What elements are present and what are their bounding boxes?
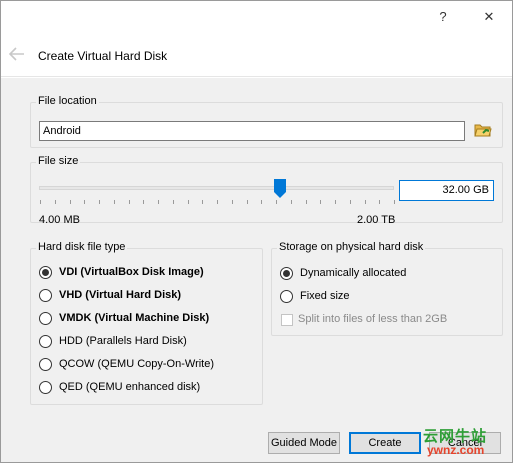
file-size-input[interactable]: 32.00 GB [399, 180, 494, 201]
watermark-logo: 云网牛站 ywnz.com [419, 425, 491, 459]
wizard-header: Create Virtual Hard Disk [1, 33, 512, 77]
help-button[interactable]: ? [420, 1, 466, 33]
slider-tick [54, 200, 56, 204]
storage-label: Dynamically allocated [300, 267, 407, 279]
disk-type-radio[interactable] [39, 358, 52, 371]
dialog-window: ? ✕ Create Virtual Hard Disk File locati… [0, 0, 513, 463]
slider-tick [364, 200, 366, 204]
disk-type-label: VMDK (Virtual Machine Disk) [59, 312, 210, 324]
slider-tick [305, 200, 307, 204]
slider-tick [246, 200, 248, 204]
wizard-content: File location Android File size 4.00 MB … [1, 78, 512, 422]
slider-tick [320, 200, 322, 204]
disk-type-label: QED (QEMU enhanced disk) [59, 381, 201, 393]
disk-type-legend: Hard disk file type [36, 241, 128, 253]
slider-tick [231, 200, 233, 204]
slider-tick [187, 200, 189, 204]
title-bar: ? ✕ [1, 1, 512, 33]
slider-tick [261, 200, 263, 204]
storage-radio[interactable] [280, 267, 293, 280]
disk-type-radio[interactable] [39, 266, 52, 279]
slider-tick [335, 200, 336, 204]
slider-tick [69, 200, 71, 204]
storage-radio[interactable] [280, 290, 293, 303]
slider-tick [143, 200, 145, 204]
watermark-en: ywnz.com [427, 443, 485, 457]
disk-type-radio[interactable] [39, 312, 52, 325]
file-location-input[interactable]: Android [39, 121, 465, 141]
size-max-label: 2.00 TB [357, 214, 396, 226]
storage-legend: Storage on physical hard disk [277, 241, 426, 253]
slider-tick [40, 200, 41, 204]
disk-type-radio[interactable] [39, 289, 52, 302]
slider-tick [158, 200, 159, 204]
slider-tick [128, 200, 130, 204]
disk-type-label: QCOW (QEMU Copy-On-Write) [59, 358, 215, 370]
slider-tick [84, 200, 86, 204]
slider-tick [276, 200, 277, 204]
split-files-checkbox[interactable] [281, 314, 293, 326]
size-min-label: 4.00 MB [39, 214, 80, 226]
split-files-label: Split into files of less than 2GB [298, 313, 448, 325]
disk-type-label: VDI (VirtualBox Disk Image) [59, 266, 204, 278]
slider-ticks [40, 200, 395, 204]
slider-tick [217, 200, 218, 204]
slider-tick [379, 200, 381, 204]
file-size-slider-track[interactable] [39, 186, 394, 190]
guided-mode-button[interactable]: Guided Mode [268, 432, 340, 454]
slider-tick [113, 200, 115, 204]
close-button[interactable]: ✕ [466, 1, 512, 33]
slider-tick [202, 200, 204, 204]
disk-type-radio[interactable] [39, 381, 52, 394]
slider-tick [172, 200, 174, 204]
slider-tick [99, 200, 100, 204]
disk-type-radio[interactable] [39, 335, 52, 348]
file-size-slider-thumb[interactable] [274, 179, 287, 198]
file-size-legend: File size [36, 155, 81, 167]
disk-type-label: VHD (Virtual Hard Disk) [59, 289, 182, 301]
folder-browse-icon[interactable] [474, 122, 492, 138]
wizard-title: Create Virtual Hard Disk [38, 49, 168, 63]
storage-label: Fixed size [300, 290, 350, 302]
create-button[interactable]: Create [349, 432, 421, 454]
slider-tick [290, 200, 292, 204]
disk-type-label: HDD (Parallels Hard Disk) [59, 335, 187, 347]
slider-tick [394, 200, 395, 204]
file-location-legend: File location [36, 95, 99, 107]
back-arrow-icon[interactable] [9, 47, 25, 61]
slider-tick [349, 200, 351, 204]
